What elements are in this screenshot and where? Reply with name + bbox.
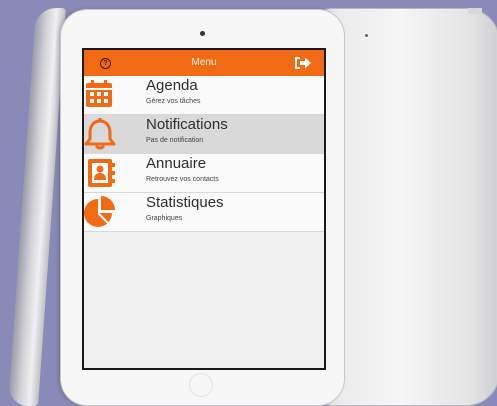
- app-screen: ? Menu Agenda Gérez vos tâches Notificat…: [82, 48, 326, 370]
- bell-icon: [84, 118, 128, 150]
- menu-item-subtitle: Retrouvez vos contacts: [146, 176, 219, 183]
- menu-item-subtitle: Gérez vos tâches: [146, 98, 201, 105]
- menu-item-title: Annuaire: [146, 155, 207, 172]
- menu-item-statistiques[interactable]: Statistiques Graphiques: [84, 193, 324, 232]
- pie-chart-icon: [84, 196, 128, 228]
- tablet-edge: [8, 8, 66, 406]
- contact-book-icon: [84, 157, 128, 189]
- sign-out-icon[interactable]: [294, 56, 312, 75]
- menu-item-notifications[interactable]: Notifications Pas de notification: [84, 115, 324, 154]
- calendar-icon: [84, 79, 128, 111]
- menu-item-title: Statistiques: [146, 194, 224, 211]
- home-button[interactable]: [189, 373, 213, 397]
- rear-camera: [365, 34, 368, 37]
- power-button: [468, 8, 482, 14]
- nav-title: Menu: [191, 57, 217, 68]
- menu-item-subtitle: Graphiques: [146, 215, 183, 222]
- empty-list-area: [84, 232, 324, 368]
- front-camera: [200, 31, 205, 36]
- menu-item-title: Agenda: [146, 77, 198, 94]
- menu-item-annuaire[interactable]: Annuaire Retrouvez vos contacts: [84, 154, 324, 193]
- menu-item-agenda[interactable]: Agenda Gérez vos tâches: [84, 76, 324, 115]
- nav-bar: ? Menu: [84, 50, 324, 76]
- tablet-front: ? Menu Agenda Gérez vos tâches Notificat…: [61, 10, 344, 405]
- menu-item-subtitle: Pas de notification: [146, 137, 204, 144]
- menu-item-title: Notifications: [146, 116, 228, 133]
